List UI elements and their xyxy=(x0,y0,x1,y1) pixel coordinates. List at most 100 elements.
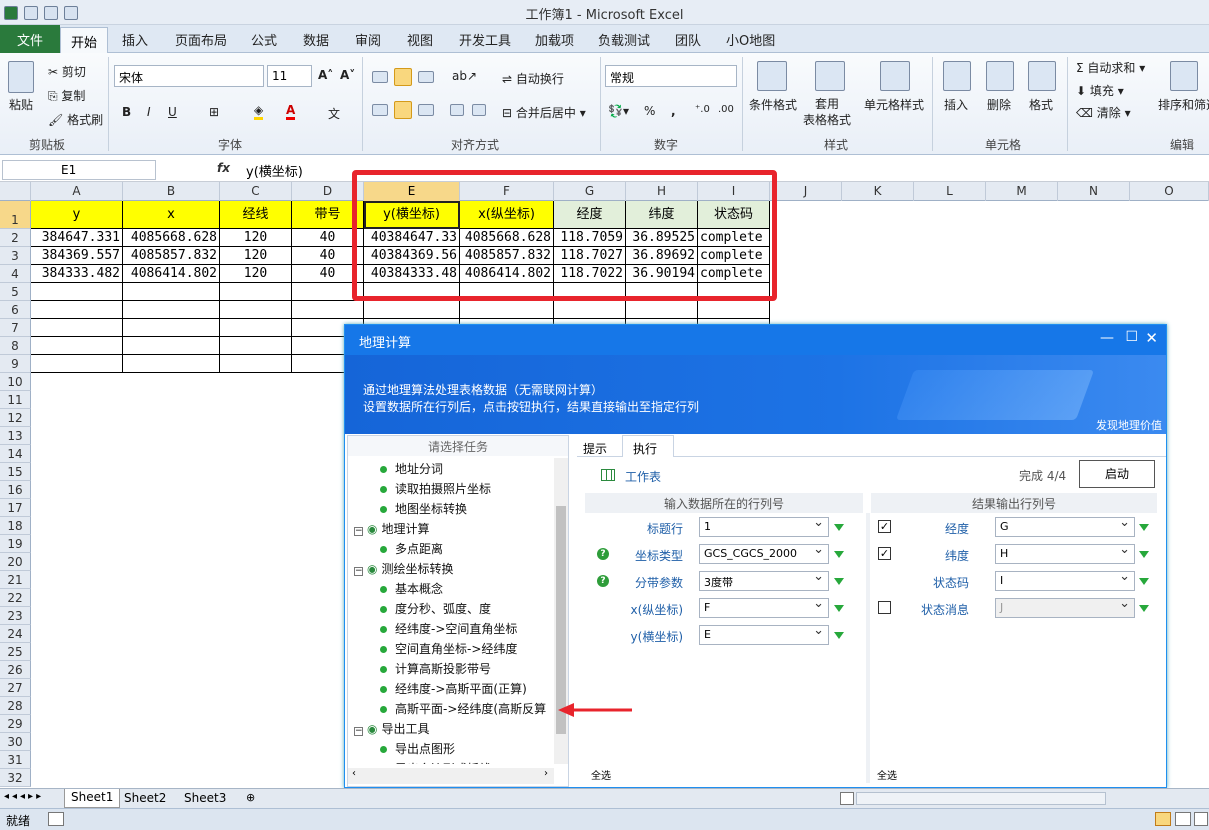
tree-item[interactable]: 空间直角坐标->经纬度 xyxy=(380,640,517,657)
row-header-3[interactable]: 3 xyxy=(0,247,31,265)
tree-item[interactable]: 多点距离 xyxy=(380,540,443,557)
align-left-icon[interactable] xyxy=(372,104,388,116)
row-header-2[interactable]: 2 xyxy=(0,229,31,247)
decrease-font-icon[interactable]: A˅ xyxy=(340,68,355,82)
cell-styles-icon[interactable] xyxy=(880,61,910,91)
sort-filter-button[interactable]: 排序和筛选 xyxy=(1158,96,1209,113)
start-button[interactable]: 启动 xyxy=(1079,460,1155,488)
tree-item[interactable]: 经纬度->空间直角坐标 xyxy=(380,620,517,637)
row-header-20[interactable]: 20 xyxy=(0,553,31,571)
row-header-21[interactable]: 21 xyxy=(0,571,31,589)
autosum-button[interactable]: Σ 自动求和 ▾ xyxy=(1076,59,1145,76)
row-header-27[interactable]: 27 xyxy=(0,679,31,697)
delete-cells-button[interactable]: 删除 xyxy=(987,96,1011,113)
tab-data[interactable]: 数据 xyxy=(303,30,329,49)
row-header-22[interactable]: 22 xyxy=(0,589,31,607)
merge-center-button[interactable]: ⊟ 合并后居中 ▾ xyxy=(502,104,586,121)
phonetic-icon[interactable]: 文 xyxy=(328,105,340,122)
tab-team[interactable]: 团队 xyxy=(675,30,701,49)
column-header-c[interactable]: C xyxy=(220,182,292,201)
row-header-25[interactable]: 25 xyxy=(0,643,31,661)
input-select[interactable]: F xyxy=(699,596,829,618)
empty-cell[interactable] xyxy=(220,319,292,337)
empty-cell[interactable] xyxy=(220,283,292,301)
row-header-29[interactable]: 29 xyxy=(0,715,31,733)
row-header-17[interactable]: 17 xyxy=(0,499,31,517)
tree-item[interactable]: 高斯平面->经纬度(高斯反算 xyxy=(380,700,546,717)
tree-item[interactable]: 读取拍摄照片坐标 xyxy=(380,480,491,497)
wrap-text-button[interactable]: ⇌ 自动换行 xyxy=(502,70,564,87)
row-header-11[interactable]: 11 xyxy=(0,391,31,409)
increase-indent-icon[interactable] xyxy=(472,104,486,116)
header-cell-b[interactable]: x xyxy=(123,201,220,229)
row-header-14[interactable]: 14 xyxy=(0,445,31,463)
output-checkbox[interactable]: ✓ xyxy=(878,547,891,560)
dropdown-arrow-icon[interactable] xyxy=(834,632,844,639)
empty-cell[interactable] xyxy=(31,319,123,337)
tree-group[interactable]: − ◉ 测绘坐标转换 xyxy=(354,560,454,577)
dropdown-arrow-icon[interactable] xyxy=(1139,524,1149,531)
tab-xiao-o-map[interactable]: 小O地图 xyxy=(726,30,775,49)
sheet-nav-icon[interactable]: ◂◂◂▸▸ xyxy=(4,791,44,802)
function-icon[interactable]: fx xyxy=(217,161,230,175)
select-all-output[interactable]: 全选 xyxy=(877,767,897,782)
copy-button[interactable]: ⎘ 复制 xyxy=(48,87,85,104)
row-header-28[interactable]: 28 xyxy=(0,697,31,715)
help-icon[interactable]: ? xyxy=(597,548,609,560)
empty-cell[interactable] xyxy=(220,355,292,373)
column-header-n[interactable]: N xyxy=(1058,182,1130,201)
tree-item[interactable]: 基本概念 xyxy=(380,580,443,597)
tree-item[interactable]: 度分秒、弧度、度 xyxy=(380,600,491,617)
empty-cell[interactable] xyxy=(123,319,220,337)
decrease-decimal-icon[interactable]: .00 xyxy=(718,104,734,115)
column-header-a[interactable]: A xyxy=(31,182,123,201)
paste-button[interactable]: 粘贴 xyxy=(9,96,33,113)
empty-cell[interactable] xyxy=(123,283,220,301)
tree-item[interactable]: 导出多边形或折线 xyxy=(380,760,491,764)
italic-button[interactable]: I xyxy=(147,105,151,119)
empty-cell[interactable] xyxy=(460,301,554,319)
output-checkbox[interactable] xyxy=(878,601,891,614)
tab-load-test[interactable]: 负载测试 xyxy=(598,30,650,49)
conditional-format-icon[interactable] xyxy=(757,61,787,91)
output-checkbox[interactable]: ✓ xyxy=(878,520,891,533)
table-format-button[interactable]: 套用 表格格式 xyxy=(803,96,851,128)
tree-item[interactable]: 经纬度->高斯平面(正算) xyxy=(380,680,527,697)
minimize-icon[interactable]: — xyxy=(1100,330,1114,346)
select-all-corner[interactable] xyxy=(0,182,31,201)
cell-styles-button[interactable]: 单元格样式 xyxy=(864,96,924,113)
empty-cell[interactable] xyxy=(220,337,292,355)
formula-input[interactable]: y(横坐标) xyxy=(246,161,303,180)
tree-hscrollbar[interactable]: ‹ › xyxy=(348,768,554,784)
empty-cell[interactable] xyxy=(220,301,292,319)
dropdown-arrow-icon[interactable] xyxy=(834,551,844,558)
tab-execute[interactable]: 执行 xyxy=(622,435,674,457)
column-header-l[interactable]: L xyxy=(914,182,986,201)
tree-group[interactable]: − ◉ 导出工具 xyxy=(354,720,430,737)
row-header-13[interactable]: 13 xyxy=(0,427,31,445)
row-header-12[interactable]: 12 xyxy=(0,409,31,427)
row-header-32[interactable]: 32 xyxy=(0,769,31,787)
table-format-icon[interactable] xyxy=(815,61,845,91)
align-middle-icon[interactable] xyxy=(394,68,412,86)
empty-cell[interactable] xyxy=(31,283,123,301)
row-header-24[interactable]: 24 xyxy=(0,625,31,643)
conditional-format-button[interactable]: 条件格式 xyxy=(749,96,797,113)
header-cell-c[interactable]: 经线 xyxy=(220,201,292,229)
output-select[interactable]: I xyxy=(995,569,1135,591)
underline-button[interactable]: U xyxy=(168,105,177,119)
tab-home[interactable]: 开始 xyxy=(60,27,108,54)
page-layout-view-icon[interactable] xyxy=(1175,812,1191,826)
insert-cells-icon[interactable] xyxy=(943,61,971,91)
fill-color-icon[interactable]: ◈ xyxy=(254,103,264,120)
dropdown-arrow-icon[interactable] xyxy=(834,605,844,612)
dropdown-arrow-icon[interactable] xyxy=(1139,551,1149,558)
row-header-8[interactable]: 8 xyxy=(0,337,31,355)
dropdown-arrow-icon[interactable] xyxy=(1139,578,1149,585)
data-cell[interactable]: 4085668.628 xyxy=(123,229,220,247)
orientation-icon[interactable]: ab↗ xyxy=(452,69,477,83)
row-header-1[interactable]: 1 xyxy=(0,201,31,229)
splitter[interactable] xyxy=(866,513,870,783)
data-cell[interactable]: 120 xyxy=(220,247,292,265)
row-header-9[interactable]: 9 xyxy=(0,355,31,373)
